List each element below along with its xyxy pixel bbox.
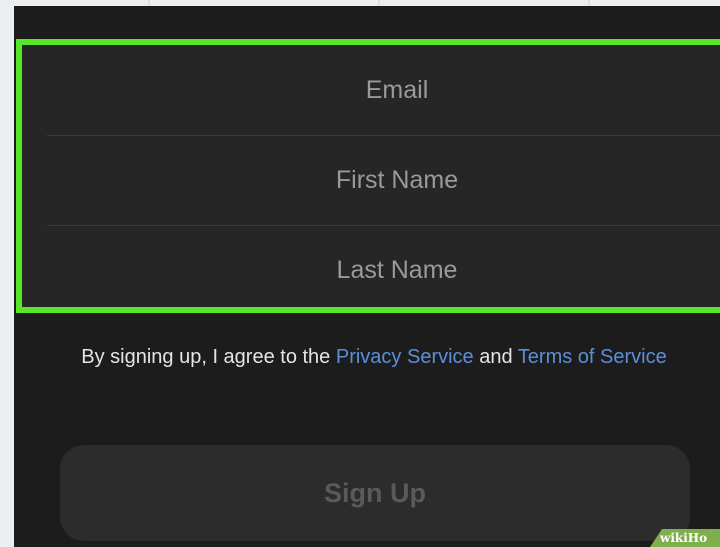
- terms-text: By signing up, I agree to the Privacy Se…: [74, 344, 674, 370]
- last-name-field-row: [47, 225, 720, 315]
- first-name-field-row: [47, 135, 720, 226]
- terms-of-service-link[interactable]: Terms of Service: [518, 346, 667, 368]
- signup-form-highlighted: [16, 39, 720, 313]
- watermark-text: wikiHo: [660, 531, 708, 545]
- first-name-field[interactable]: [47, 164, 720, 196]
- email-field[interactable]: [47, 74, 720, 106]
- sign-up-label: Sign Up: [324, 477, 426, 508]
- sign-up-button[interactable]: Sign Up: [60, 445, 690, 541]
- privacy-service-link[interactable]: Privacy Service: [336, 346, 474, 368]
- signup-screen: By signing up, I agree to the Privacy Se…: [14, 6, 720, 547]
- wikihow-watermark: wikiHo: [650, 529, 720, 547]
- terms-prefix: By signing up, I agree to the: [81, 346, 336, 368]
- terms-middle: and: [473, 346, 518, 368]
- last-name-field[interactable]: [47, 254, 720, 286]
- email-field-row: [47, 45, 720, 136]
